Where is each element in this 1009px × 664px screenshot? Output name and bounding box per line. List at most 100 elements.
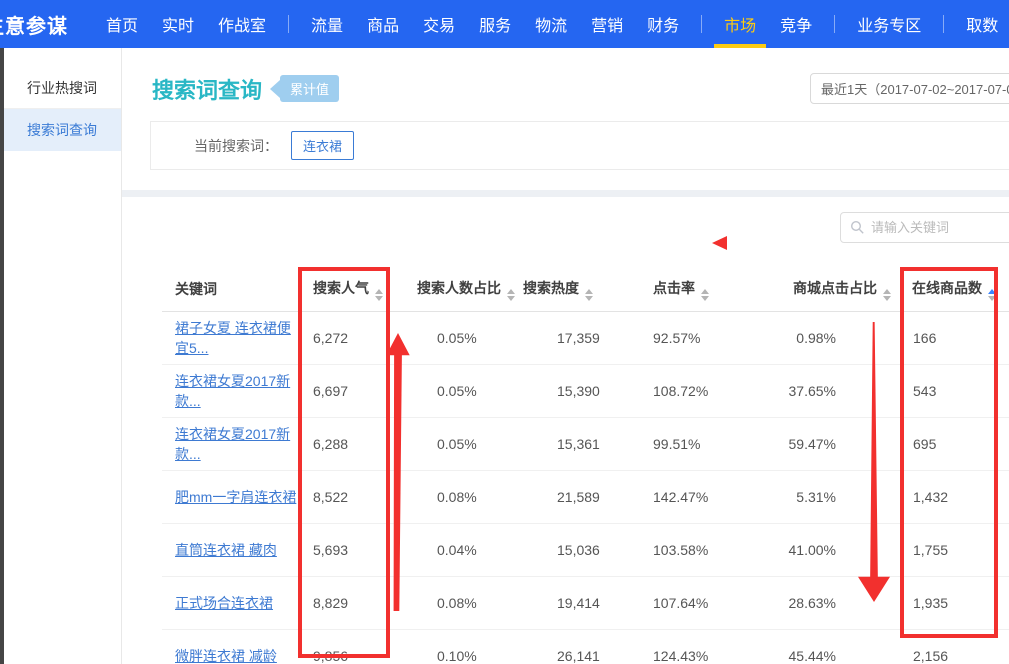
sort-desc-icon[interactable]	[988, 296, 996, 301]
column-label: 点击率	[653, 280, 695, 296]
table-row: 微胖连衣裙 减龄9,8560.10%26,141124.43%45.44%2,1…	[162, 629, 1009, 664]
sidebar-item-行业热搜词[interactable]: 行业热搜词	[0, 67, 121, 109]
keyword-link[interactable]: 裙子女夏 连衣裙便宜5...	[175, 320, 291, 356]
brand-logo: 生意参谋	[0, 10, 68, 39]
column-header-商城点击占比[interactable]: 商城点击占比	[770, 268, 895, 311]
sort-carets-icon[interactable]	[375, 289, 383, 301]
nav-item-商品[interactable]: 商品	[355, 0, 411, 48]
sort-carets-icon[interactable]	[507, 289, 515, 301]
nav-separator	[834, 15, 835, 33]
value-cell: 5.31%	[770, 470, 895, 523]
sort-asc-icon[interactable]	[701, 289, 709, 294]
keyword-cell: 微胖连衣裙 减龄	[162, 629, 297, 664]
nav-separator	[288, 15, 289, 33]
nav-menu: 首页实时作战室流量商品交易服务物流营销财务市场竞争业务专区取数	[94, 0, 1009, 48]
value-cell: 92.57%	[653, 311, 770, 364]
sort-asc-icon[interactable]	[507, 289, 515, 294]
column-label: 在线商品数	[912, 280, 982, 296]
table-header-row: 关键词 搜索人气搜索人数占比搜索热度 点击率 商城点击占比 在线商品数	[162, 268, 1009, 311]
value-cell: 0.10%	[415, 629, 521, 664]
sort-desc-icon[interactable]	[883, 296, 891, 301]
column-header-搜索热度[interactable]: 搜索热度	[521, 268, 653, 311]
value-cell: 6,288	[297, 417, 415, 470]
keyword-cell: 连衣裙女夏2017新款...	[162, 417, 297, 470]
current-search-label: 当前搜索词：	[194, 136, 278, 156]
header-card: 搜索词查询 累计值 最近1天（2017-07-02~2017-07-02 当前搜…	[122, 48, 1009, 190]
date-range-label: 最近1天（2017-07-02~2017-07-02	[821, 79, 1009, 98]
title-row: 搜索词查询 累计值 最近1天（2017-07-02~2017-07-02	[152, 48, 1009, 104]
nav-item-作战室[interactable]: 作战室	[206, 0, 278, 48]
value-cell: 17,359	[521, 311, 653, 364]
value-cell: 1,755	[895, 523, 1009, 576]
nav-item-业务专区[interactable]: 业务专区	[845, 0, 933, 48]
column-header-搜索人数占比[interactable]: 搜索人数占比	[415, 268, 521, 311]
date-range-picker[interactable]: 最近1天（2017-07-02~2017-07-02	[810, 73, 1009, 104]
value-cell: 41.00%	[770, 523, 895, 576]
current-keyword-tag[interactable]: 连衣裙	[291, 131, 354, 160]
page-title: 搜索词查询	[152, 73, 262, 105]
value-cell: 15,390	[521, 364, 653, 417]
value-cell: 0.05%	[415, 417, 521, 470]
value-cell: 166	[895, 311, 1009, 364]
keyword-search-box[interactable]	[840, 212, 1009, 243]
value-cell: 9,856	[297, 629, 415, 664]
value-cell: 15,361	[521, 417, 653, 470]
nav-item-交易[interactable]: 交易	[411, 0, 467, 48]
keyword-link[interactable]: 连衣裙女夏2017新款...	[175, 373, 290, 409]
sort-carets-icon[interactable]	[701, 289, 709, 301]
keyword-link[interactable]: 直筒连衣裙 藏肉	[175, 542, 277, 558]
column-header-点击率[interactable]: 点击率	[653, 268, 770, 311]
keyword-link[interactable]: 微胖连衣裙 减龄	[175, 648, 277, 664]
sort-carets-icon[interactable]	[988, 289, 996, 301]
column-label: 关键词	[175, 281, 217, 297]
nav-item-实时[interactable]: 实时	[150, 0, 206, 48]
table-card: 关键词 搜索人气搜索人数占比搜索热度 点击率 商城点击占比 在线商品数 裙子女夏 连衣裙…	[122, 197, 1009, 664]
value-cell: 0.05%	[415, 311, 521, 364]
keyword-link[interactable]: 肥mm一字肩连衣裙	[175, 489, 296, 505]
nav-item-首页[interactable]: 首页	[94, 0, 150, 48]
sort-desc-icon[interactable]	[701, 296, 709, 301]
nav-item-市场[interactable]: 市场	[712, 0, 768, 48]
table-row: 肥mm一字肩连衣裙8,5220.08%21,589142.47%5.31%1,4…	[162, 470, 1009, 523]
nav-item-物流[interactable]: 物流	[523, 0, 579, 48]
nav-item-营销[interactable]: 营销	[579, 0, 635, 48]
value-cell: 15,036	[521, 523, 653, 576]
column-label: 商城点击占比	[793, 280, 877, 296]
sort-desc-icon[interactable]	[507, 296, 515, 301]
keyword-link[interactable]: 连衣裙女夏2017新款...	[175, 426, 290, 462]
sort-asc-icon[interactable]	[375, 289, 383, 294]
value-cell: 0.98%	[770, 311, 895, 364]
value-cell: 142.47%	[653, 470, 770, 523]
column-header-搜索人气[interactable]: 搜索人气	[297, 268, 415, 311]
nav-item-取数[interactable]: 取数	[954, 0, 1009, 48]
sort-carets-icon[interactable]	[883, 289, 891, 301]
nav-item-财务[interactable]: 财务	[635, 0, 691, 48]
page-body: 行业热搜词搜索词查询 搜索词查询 累计值 最近1天（2017-07-02~201…	[0, 48, 1009, 664]
sort-desc-icon[interactable]	[585, 296, 593, 301]
value-cell: 8,522	[297, 470, 415, 523]
nav-separator	[943, 15, 944, 33]
nav-item-竞争[interactable]: 竞争	[768, 0, 824, 48]
table-row: 裙子女夏 连衣裙便宜5...6,2720.05%17,35992.57%0.98…	[162, 311, 1009, 364]
value-cell: 1,935	[895, 576, 1009, 629]
table-row: 直筒连衣裙 藏肉5,6930.04%15,036103.58%41.00%1,7…	[162, 523, 1009, 576]
nav-item-服务[interactable]: 服务	[467, 0, 523, 48]
column-label: 搜索热度	[523, 280, 579, 296]
value-cell: 37.65%	[770, 364, 895, 417]
sort-asc-icon[interactable]	[585, 289, 593, 294]
top-nav: 生意参谋 首页实时作战室流量商品交易服务物流营销财务市场竞争业务专区取数	[0, 0, 1009, 48]
table-row: 连衣裙女夏2017新款...6,6970.05%15,390108.72%37.…	[162, 364, 1009, 417]
value-cell: 59.47%	[770, 417, 895, 470]
column-header-关键词: 关键词	[162, 268, 297, 311]
column-header-在线商品数[interactable]: 在线商品数	[895, 268, 1009, 311]
value-cell: 103.58%	[653, 523, 770, 576]
sort-asc-icon[interactable]	[988, 289, 996, 294]
sidebar-item-搜索词查询[interactable]: 搜索词查询	[0, 109, 121, 151]
sort-carets-icon[interactable]	[585, 289, 593, 301]
keyword-link[interactable]: 正式场合连衣裙	[175, 595, 273, 611]
value-cell: 6,272	[297, 311, 415, 364]
sort-asc-icon[interactable]	[883, 289, 891, 294]
sort-desc-icon[interactable]	[375, 296, 383, 301]
keyword-search-input[interactable]	[871, 220, 1009, 235]
nav-item-流量[interactable]: 流量	[299, 0, 355, 48]
